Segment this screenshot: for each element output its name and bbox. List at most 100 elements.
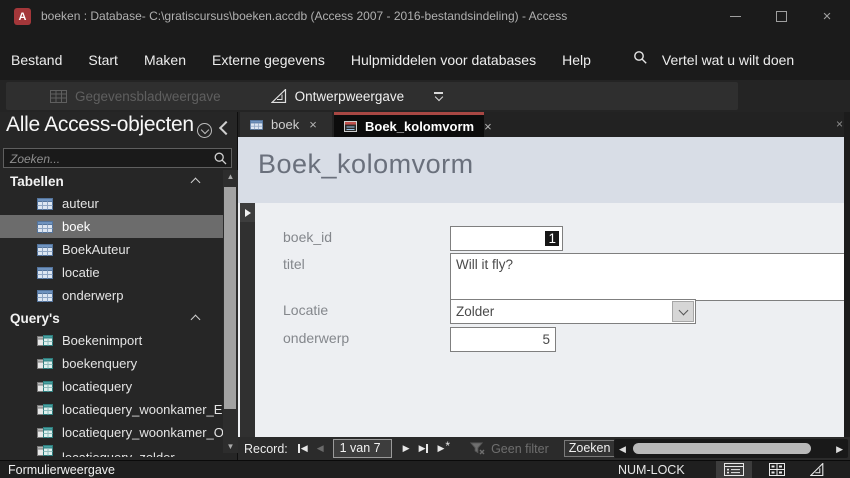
shutter-collapse-icon[interactable] [218,120,234,136]
tab-close-icon[interactable]: × [309,117,317,132]
tab-label: boek [271,117,300,132]
sidebar-item-boekenquery[interactable]: boekenquery [0,352,223,375]
table-icon [250,119,263,130]
navigation-pane-title: Alle Access-objecten [6,113,194,136]
sidebar-item-locatie[interactable]: locatie [0,261,223,284]
locatie-value: Zolder [456,304,495,319]
tab-externe-gegevens[interactable]: Externe gegevens [212,52,325,68]
first-record-button[interactable]: ◀ [297,444,308,453]
item-label: locatiequery_woonkamer_EN [62,402,232,417]
views-dropdown-icon[interactable] [434,92,444,102]
tab-maken[interactable]: Maken [144,52,186,68]
new-record-button[interactable]: ▶ * [437,439,450,453]
label-titel: titel [283,256,305,272]
group-querys[interactable]: Query's [0,307,223,329]
tab-boek[interactable]: boek × [240,112,332,137]
combo-dropdown-button[interactable] [672,301,694,322]
sidebar-item-boek[interactable]: boek [0,215,223,238]
layout-view-button[interactable] [760,461,794,478]
form-header: Boek_kolomvorm [238,137,844,203]
form-title: Boek_kolomvorm [258,149,474,179]
sidebar-item-locatiequery-woonkamer-en[interactable]: locatiequery_woonkamer_EN [0,398,232,421]
query-icon [37,444,53,457]
minimize-button[interactable] [712,0,758,32]
record-label: Record: [244,441,288,456]
access-app-icon: A [14,8,31,25]
sidebar-item-boekauteur[interactable]: BoekAuteur [0,238,223,261]
sidebar-search-input[interactable]: Zoeken... [3,148,232,168]
document-area: boek × Boek_kolomvorm × × Boek_kolomvorm… [238,112,850,460]
form-view-button[interactable] [716,461,752,478]
ribbon-content: Gegevensbladweergave Ontwerpweergave [0,80,850,112]
object-list: Tabellen auteur boek BoekAuteur locatie [0,170,232,457]
item-label: locatiequery_woonkamer_OF [62,425,232,440]
design-view-button[interactable]: Ontwerpweergave [270,88,405,104]
input-titel[interactable]: Will it fly? [450,253,848,301]
chevron-up-icon [190,314,201,325]
access-window: A boeken : Database- C:\gratiscursus\boe… [0,0,850,478]
scroll-left-icon[interactable]: ◀ [619,444,626,455]
query-icon [37,403,53,416]
datasheet-table-icon [50,89,67,103]
close-document-icon[interactable]: × [836,117,843,131]
title-bar: A boeken : Database- C:\gratiscursus\boe… [0,0,850,32]
query-icon [37,357,53,370]
sidebar-item-locatiequery[interactable]: locatiequery [0,375,223,398]
close-button[interactable]: × [804,0,850,32]
item-label: boekenquery [62,356,138,371]
item-label: locatiequery [62,379,133,394]
sidebar-item-clipped[interactable]: locatiequery_zolder [0,444,223,457]
tab-close-icon[interactable]: × [484,119,492,134]
table-icon [37,220,53,233]
sidebar-item-boekenimport[interactable]: Boekenimport [0,329,223,352]
window-title: boeken : Database- C:\gratiscursus\boeke… [41,9,568,23]
filter-icon [470,442,486,455]
query-icon [37,334,53,347]
document-tab-strip: boek × Boek_kolomvorm × × [238,112,850,137]
group-tabellen[interactable]: Tabellen [0,170,223,192]
tell-me-search[interactable]: Vertel wat u wilt doen [633,50,794,70]
tab-boek-kolomvorm[interactable]: Boek_kolomvorm × [334,112,492,137]
item-label: auteur [62,196,99,211]
tab-hulpmiddelen[interactable]: Hulpmiddelen voor databases [351,52,536,68]
maximize-button[interactable] [758,0,804,32]
sidebar-item-locatiequery-woonkamer-of[interactable]: locatiequery_woonkamer_OF [0,421,232,444]
query-icon [37,426,53,439]
scrollbar-thumb[interactable] [633,443,811,454]
scroll-right-icon[interactable]: ▶ [836,444,843,455]
datasheet-view-label: Gegevensbladweergave [75,88,221,104]
search-icon[interactable] [213,151,228,171]
minimize-icon [729,15,741,17]
tab-bestand[interactable]: Bestand [11,52,62,68]
group-label: Query's [10,310,60,326]
design-view-button[interactable] [800,461,834,478]
design-view-label: Ontwerpweergave [294,88,405,104]
scrollbar-thumb[interactable] [224,187,236,409]
input-boek-id[interactable]: 1 [450,226,563,251]
table-icon [37,289,53,302]
last-record-button[interactable]: ▶ [419,444,429,453]
scroll-down-icon[interactable]: ▼ [223,442,238,451]
next-record-button[interactable]: ▶ [403,444,410,453]
item-label: boek [62,219,91,234]
design-view-icon [270,89,287,103]
record-position-box[interactable]: 1 van 7 [332,439,392,458]
sidebar-scrollbar[interactable]: ▲ ▼ [223,170,238,453]
query-icon [37,380,53,393]
scroll-up-icon[interactable]: ▲ [223,172,238,181]
window-controls: × [712,0,850,32]
sidebar-item-onderwerp[interactable]: onderwerp [0,284,223,307]
tab-help[interactable]: Help [562,52,591,68]
current-record-indicator [240,203,255,222]
tab-label: Boek_kolomvorm [365,118,475,134]
tab-start[interactable]: Start [88,52,118,68]
horizontal-scrollbar[interactable]: ◀ ▶ [614,439,848,458]
sidebar-item-auteur[interactable]: auteur [0,192,223,215]
combo-locatie[interactable]: Zolder [450,299,696,324]
previous-record-button[interactable]: ◀ [317,444,324,453]
design-view-icon [810,463,824,476]
record-selector-bar[interactable] [240,203,255,437]
maximize-icon [775,10,787,22]
navigation-menu-icon[interactable] [197,123,212,138]
input-onderwerp[interactable]: 5 [450,327,556,352]
